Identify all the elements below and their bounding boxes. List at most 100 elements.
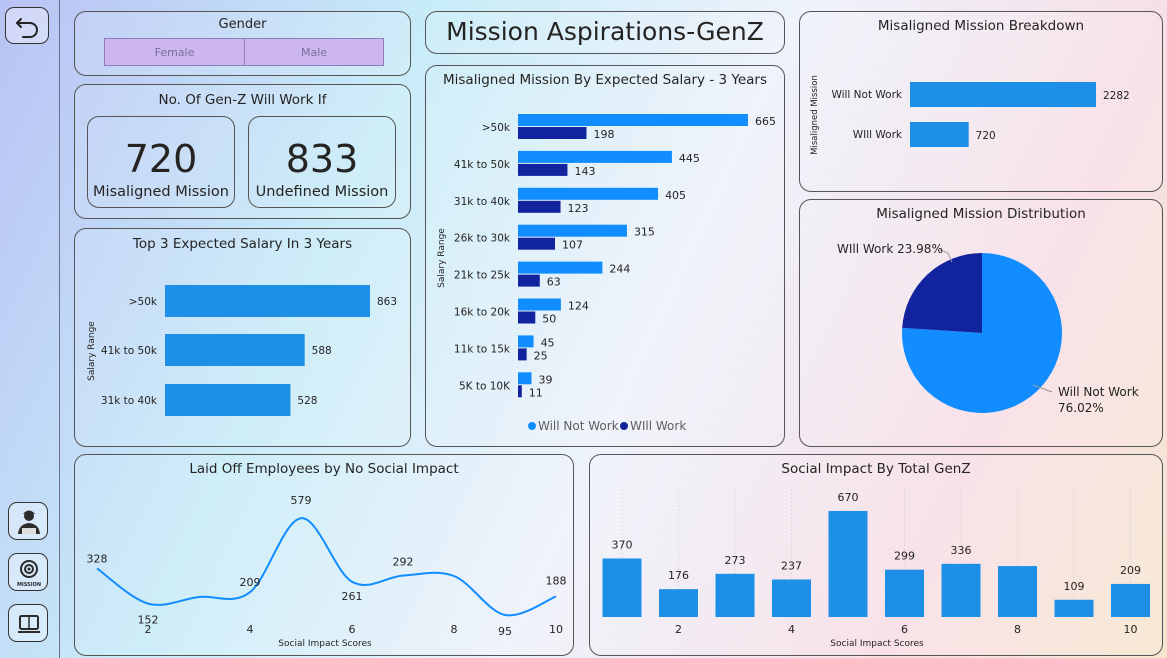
data-label: 176 xyxy=(668,569,689,582)
kpi-title: No. Of Gen-Z Will Work If xyxy=(158,92,327,108)
data-label: 63 xyxy=(547,276,561,289)
tick-label: 10 xyxy=(549,623,563,636)
data-label: 863 xyxy=(377,296,397,308)
slice-label: Will Not Work xyxy=(1058,385,1139,399)
data-label: 273 xyxy=(725,554,746,567)
social-panel: Social Impact By Total GenZ 370 176 273 237… xyxy=(589,454,1163,656)
data-label: 188 xyxy=(546,574,567,587)
gender-option-male[interactable]: Male xyxy=(244,38,384,66)
back-icon xyxy=(16,18,38,38)
slice-percent: 76.02% xyxy=(1058,401,1104,415)
data-label: 579 xyxy=(291,494,312,507)
data-label: 45 xyxy=(541,336,555,349)
data-label: 209 xyxy=(240,576,261,589)
legend-marker-will-not-work xyxy=(528,422,536,430)
data-label: 123 xyxy=(568,202,589,215)
bar xyxy=(941,563,981,617)
bar xyxy=(1054,599,1094,617)
laidoff-panel: Laid Off Employees by No Social Impact 3… xyxy=(74,454,574,656)
back-button[interactable] xyxy=(5,7,49,44)
pie-slice xyxy=(902,253,982,333)
data-label: 328 xyxy=(87,552,108,565)
social-bar-chart: 370 176 273 237 670 299 336 109 209 2 4 6 8 10 Social … xyxy=(602,489,1150,649)
gender-option-female[interactable]: Female xyxy=(104,38,245,66)
pie-chart: Will Not Work 76.02% WIll Work 23.98% xyxy=(837,242,1139,415)
bar xyxy=(602,558,642,617)
axis-label: Social Impact Scores xyxy=(278,639,372,649)
tick-label: 2 xyxy=(145,623,152,636)
bar-will-work xyxy=(518,237,556,250)
salary-chart: 665 198 >50k 445 143 41k to 50k 405 123 31k to 4… xyxy=(437,114,776,433)
laidoff-line-chart: 328152209579261292951882 4 6 8 10Social Impa… xyxy=(87,494,567,649)
tick-label: 31k to 40k xyxy=(101,395,158,407)
data-label: 370 xyxy=(612,538,633,551)
axis-label: Salary Range xyxy=(87,321,97,381)
tick-label: 11k to 15k xyxy=(454,343,511,355)
kpi-value: 720 xyxy=(124,137,198,181)
bar xyxy=(998,566,1037,617)
profile-nav-button[interactable] xyxy=(8,502,48,540)
tick-label: 41k to 50k xyxy=(454,159,511,171)
data-label: 336 xyxy=(951,544,972,557)
data-label: 11 xyxy=(529,386,543,399)
data-label: 109 xyxy=(1064,580,1085,593)
tick-label: 6 xyxy=(349,623,356,636)
mission-icon: MISSION xyxy=(17,560,41,588)
bar-will-work xyxy=(518,274,540,287)
bar-will-not-work xyxy=(518,298,561,311)
bar-will-not-work xyxy=(518,224,627,237)
bar xyxy=(910,82,1096,107)
tick-label: 8 xyxy=(451,623,458,636)
bar-will-not-work xyxy=(518,335,534,348)
data-label: 244 xyxy=(609,263,630,276)
breakdown-panel: Misaligned Mission Breakdown Will Not Wo… xyxy=(799,11,1163,192)
data-label: 299 xyxy=(894,550,915,563)
bar-will-work xyxy=(518,385,522,398)
legend-label: WIll Work xyxy=(630,419,686,433)
data-label: 124 xyxy=(568,300,589,313)
bar xyxy=(772,579,811,617)
tick-label: 16k to 20k xyxy=(454,307,511,319)
bar-will-work xyxy=(518,163,568,176)
tick-label: 41k to 50k xyxy=(101,345,158,357)
bar-will-not-work xyxy=(518,114,748,126)
data-label: 25 xyxy=(534,349,548,362)
navigation-bar: MISSION xyxy=(0,0,60,658)
tick-label: 2 xyxy=(675,623,682,636)
top3-salary-panel: Top 3 Expected Salary In 3 Years >50k 863… xyxy=(74,228,411,447)
bar-will-work xyxy=(518,348,527,361)
bar-will-work xyxy=(518,311,536,324)
kpi-card-undefined: 833 Undefined Mission xyxy=(248,116,396,208)
data-label: 2282 xyxy=(1103,90,1130,102)
tick-label: 5K to 10K xyxy=(459,380,511,392)
data-label: 445 xyxy=(679,152,700,165)
tick-label: 31k to 40k xyxy=(454,196,511,208)
data-label: 588 xyxy=(312,345,332,357)
bar xyxy=(715,573,755,617)
bar xyxy=(165,384,291,416)
series-line xyxy=(96,517,557,617)
legend-marker-will-work xyxy=(620,422,628,430)
data-label: 665 xyxy=(755,115,776,128)
axis-label: Social Impact Scores xyxy=(830,639,924,649)
bar-will-work xyxy=(518,127,587,139)
tick-label: 26k to 30k xyxy=(454,233,511,245)
kpi-value: 833 xyxy=(285,137,359,181)
tick-label: 21k to 25k xyxy=(454,270,511,282)
kpi-card-misaligned: 720 Misaligned Mission xyxy=(87,116,235,208)
tick-label: 10 xyxy=(1124,623,1138,636)
data-label: 720 xyxy=(976,130,996,142)
breakdown-chart: Will Not Work 2282 WIll Work 720 Misaligned … xyxy=(810,75,1130,155)
data-label: 198 xyxy=(593,128,614,141)
gender-slicer-title: Gender xyxy=(218,17,267,32)
page-title: Mission Aspirations-GenZ xyxy=(446,17,764,46)
data-label: 237 xyxy=(781,560,802,573)
mission-icon-label: MISSION xyxy=(17,582,41,588)
data-label: 261 xyxy=(342,590,363,603)
book-nav-button[interactable] xyxy=(8,604,48,642)
salary-panel: Misaligned Mission By Expected Salary - … xyxy=(425,65,785,447)
data-label: 107 xyxy=(562,239,583,252)
bar xyxy=(885,569,924,617)
data-label: 209 xyxy=(1120,564,1141,577)
mission-nav-button[interactable]: MISSION xyxy=(8,553,48,591)
